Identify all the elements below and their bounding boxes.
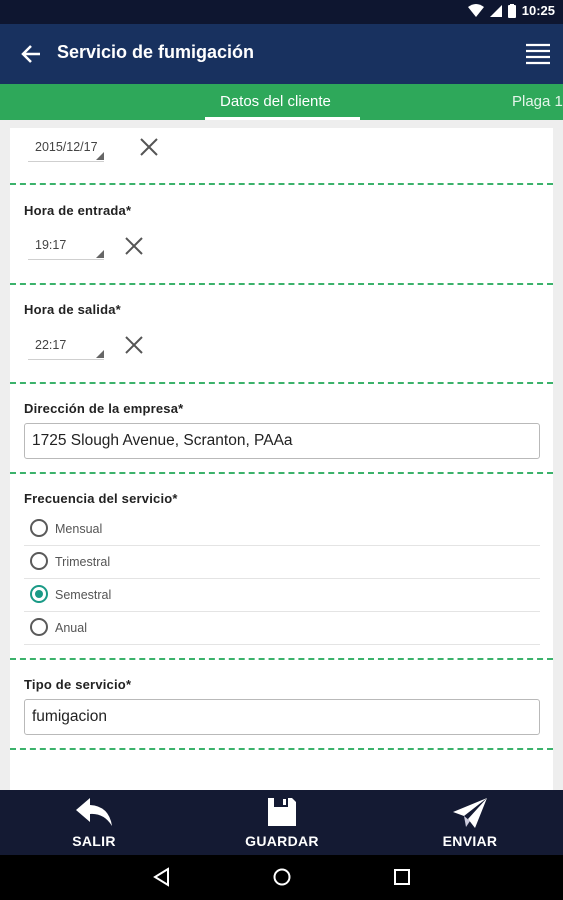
page-title: Servicio de fumigación xyxy=(57,42,255,62)
nav-home-icon[interactable] xyxy=(272,867,292,887)
floppy-disk-icon xyxy=(268,798,296,826)
radio-label: Trimestral xyxy=(55,555,111,569)
nav-recents-icon[interactable] xyxy=(392,867,412,887)
radio-button[interactable] xyxy=(30,519,48,537)
exit-time-label: Hora de salida* xyxy=(24,302,121,317)
tab-bar: Datos del cliente Plaga 1 xyxy=(0,84,563,120)
radio-label: Anual xyxy=(55,621,87,635)
radio-button[interactable] xyxy=(30,618,48,636)
date-spinner[interactable]: 2015/12/17 xyxy=(28,138,104,162)
battery-icon xyxy=(507,3,516,18)
entry-time-label: Hora de entrada* xyxy=(24,203,132,218)
radio-option-semestral[interactable]: Semestral xyxy=(24,579,540,612)
section-divider xyxy=(10,183,553,185)
wifi-icon xyxy=(467,3,484,17)
exit-time-spinner[interactable]: 22:17 xyxy=(28,336,104,360)
entry-time-spinner[interactable]: 19:17 xyxy=(28,236,104,260)
address-input[interactable]: 1725 Slough Avenue, Scranton, PAAa xyxy=(24,423,540,459)
reply-icon xyxy=(76,798,112,826)
section-divider xyxy=(10,382,553,384)
dropdown-triangle-icon xyxy=(96,250,104,258)
radio-button-selected[interactable] xyxy=(30,585,48,603)
section-divider xyxy=(10,283,553,285)
send-button-label: ENVIAR xyxy=(442,833,498,849)
bottom-action-bar: SALIR GUARDAR ENVIAR xyxy=(0,790,563,855)
address-label: Dirección de la empresa* xyxy=(24,401,184,416)
dropdown-triangle-icon xyxy=(96,350,104,358)
service-type-label: Tipo de servicio* xyxy=(24,677,132,692)
paper-plane-icon xyxy=(453,798,487,828)
radio-label: Mensual xyxy=(55,522,103,536)
date-value: 2015/12/17 xyxy=(35,140,98,154)
dropdown-triangle-icon xyxy=(96,152,104,160)
service-type-value: fumigacion xyxy=(32,708,107,725)
nav-back-icon[interactable] xyxy=(152,867,172,887)
system-nav-bar xyxy=(0,855,563,900)
save-button[interactable]: GUARDAR xyxy=(232,790,332,855)
entry-time-value: 19:17 xyxy=(35,238,67,252)
exit-button[interactable]: SALIR xyxy=(54,790,134,855)
status-time: 10:25 xyxy=(521,3,555,18)
status-bar: 10:25 xyxy=(0,0,563,24)
radio-option-trimestral[interactable]: Trimestral xyxy=(24,546,540,579)
form-content: 2015/12/17 Hora de entrada* 19:17 Hora d… xyxy=(10,128,553,790)
tab-indicator xyxy=(205,117,360,120)
radio-option-mensual[interactable]: Mensual xyxy=(24,513,540,546)
save-button-label: GUARDAR xyxy=(245,833,319,849)
back-arrow-icon[interactable] xyxy=(20,43,42,65)
exit-button-label: SALIR xyxy=(72,833,116,849)
tab-datos-cliente[interactable]: Datos del cliente xyxy=(220,93,331,110)
address-value: 1725 Slough Avenue, Scranton, PAAa xyxy=(32,432,293,449)
app-bar: Servicio de fumigación xyxy=(0,24,563,84)
section-divider xyxy=(10,658,553,660)
clear-exit-time-icon[interactable] xyxy=(124,335,144,355)
exit-time-value: 22:17 xyxy=(35,338,67,352)
section-divider xyxy=(10,472,553,474)
frequency-label: Frecuencia del servicio* xyxy=(24,491,178,506)
radio-option-anual[interactable]: Anual xyxy=(24,612,540,645)
status-icons: 10:25 xyxy=(467,3,555,18)
radio-button[interactable] xyxy=(30,552,48,570)
radio-label: Semestral xyxy=(55,588,112,602)
tab-plaga-1[interactable]: Plaga 1 xyxy=(512,93,563,110)
signal-icon xyxy=(489,4,502,17)
clear-date-icon[interactable] xyxy=(139,137,159,157)
send-button[interactable]: ENVIAR xyxy=(425,790,515,855)
clear-entry-time-icon[interactable] xyxy=(124,236,144,256)
list-menu-icon[interactable] xyxy=(525,42,551,68)
section-divider xyxy=(10,748,553,750)
service-type-input[interactable]: fumigacion xyxy=(24,699,540,735)
